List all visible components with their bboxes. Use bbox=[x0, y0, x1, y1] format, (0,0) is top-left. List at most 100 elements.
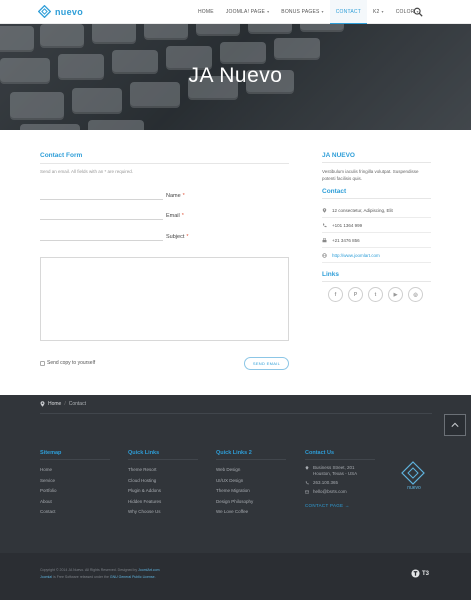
license-label: is Free Software released under the bbox=[53, 575, 109, 579]
nav-item-contact[interactable]: CONTACT bbox=[329, 0, 367, 24]
joomla-link[interactable]: Joomla! bbox=[40, 575, 52, 579]
fax-icon bbox=[322, 237, 327, 242]
location-pin-icon bbox=[305, 466, 309, 470]
footer-link[interactable]: About bbox=[40, 499, 52, 504]
nav-label: K2 bbox=[372, 9, 380, 15]
social-links: f P t ▶ ◎ bbox=[328, 287, 423, 302]
required-mark: * bbox=[186, 234, 189, 240]
footer-link[interactable]: Theme Resort bbox=[128, 467, 157, 472]
globe-icon bbox=[322, 252, 327, 258]
arrow-right-icon: → bbox=[344, 503, 350, 508]
form-note: Send an email. All fields with an * are … bbox=[40, 169, 134, 174]
name-label: Name * bbox=[166, 193, 185, 199]
footer-phone: 263.100.365 bbox=[305, 480, 338, 486]
address-text: Business Street, 201 Houston, Texas - USA bbox=[313, 465, 357, 476]
send-copy-checkbox[interactable] bbox=[40, 361, 45, 366]
name-field[interactable] bbox=[40, 199, 163, 200]
footer-link[interactable]: UI/UX Design bbox=[216, 478, 243, 483]
footer-link[interactable]: Web Design bbox=[216, 467, 240, 472]
divider bbox=[322, 198, 431, 199]
facebook-icon[interactable]: f bbox=[328, 287, 343, 302]
nav-item-home[interactable]: HOME bbox=[192, 0, 220, 24]
address-line: Business Street, 201 bbox=[313, 465, 355, 470]
email-field[interactable] bbox=[40, 219, 163, 220]
youtube-icon[interactable]: ▶ bbox=[388, 287, 403, 302]
nav-label: BONUS PAGES bbox=[281, 9, 320, 15]
phone-row: +101 1364 999 bbox=[322, 218, 431, 233]
footer-link[interactable]: Plugin & Addons bbox=[128, 488, 161, 493]
t3-framework-logo[interactable]: T3 bbox=[411, 569, 429, 578]
license-text: Joomla! is Free Software released under … bbox=[40, 575, 156, 579]
sitemap-title: Sitemap bbox=[40, 450, 62, 456]
footer-link[interactable]: Theme Migration bbox=[216, 488, 250, 493]
quick-links-title: Quick Links bbox=[128, 450, 160, 456]
pinterest-icon[interactable]: P bbox=[348, 287, 363, 302]
subject-label: Subject * bbox=[166, 234, 189, 240]
nav-label: JOOMLA! PAGE bbox=[225, 9, 266, 15]
send-email-button[interactable]: SEND EMAIL bbox=[244, 357, 289, 370]
email-link[interactable]: hello@bsrts.com bbox=[313, 489, 347, 495]
email-label-text: Email bbox=[166, 213, 180, 219]
nav-label: CONTACT bbox=[335, 9, 361, 15]
hero-banner: JA Nuevo bbox=[0, 24, 471, 130]
copyright-text: Copyright © 2014 JA Nuevo. All Rights Re… bbox=[40, 568, 160, 572]
joomlart-link[interactable]: JoomlArt.com bbox=[138, 568, 159, 572]
divider bbox=[40, 459, 110, 460]
logo-text: nuevo bbox=[55, 6, 84, 17]
chevron-down-icon: ▾ bbox=[381, 9, 384, 14]
footer-link[interactable]: We Love Coffee bbox=[216, 509, 248, 514]
mail-icon bbox=[305, 490, 309, 494]
email-label: Email * bbox=[166, 213, 184, 219]
breadcrumb-current: Contact bbox=[68, 401, 86, 407]
breadcrumb-home-link[interactable]: Home bbox=[48, 401, 61, 407]
footer-link[interactable]: Portfolio bbox=[40, 488, 57, 493]
message-textarea[interactable] bbox=[40, 257, 289, 341]
website-link[interactable]: http://www.joomlart.com bbox=[332, 253, 380, 258]
nav-item-k2[interactable]: K2 ▾ bbox=[367, 0, 390, 24]
divider bbox=[216, 459, 286, 460]
contact-us-title: Contact Us bbox=[305, 450, 335, 456]
address-line: Houston, Texas - USA bbox=[313, 470, 358, 476]
footer-link[interactable]: Design Philosophy bbox=[216, 499, 253, 504]
main-nav: HOME JOOMLA! PAGE ▾ BONUS PAGES ▾ CONTACT … bbox=[192, 0, 425, 24]
instagram-icon[interactable]: ◎ bbox=[408, 287, 423, 302]
search-icon[interactable] bbox=[413, 7, 423, 17]
top-navbar: nuevo HOME JOOMLA! PAGE ▾ BONUS PAGES ▾ CO… bbox=[0, 0, 471, 24]
footer-link[interactable]: Cloud Hosting bbox=[128, 478, 156, 483]
footer-link[interactable]: Why Choose Us bbox=[128, 509, 161, 514]
address-text: 12 consectetur, Adipiscing, Elit bbox=[332, 207, 393, 213]
required-mark: * bbox=[181, 213, 184, 219]
footer-link[interactable]: Service bbox=[40, 478, 55, 483]
footer-link[interactable]: Hidden Features bbox=[128, 499, 161, 504]
address-row: 12 consectetur, Adipiscing, Elit bbox=[322, 203, 431, 218]
name-label-text: Name bbox=[166, 193, 181, 199]
back-to-top-button[interactable] bbox=[444, 414, 466, 436]
twitter-icon[interactable]: t bbox=[368, 287, 383, 302]
contact-page-link[interactable]: CONTACT PAGE → bbox=[305, 503, 350, 508]
contact-page-label: CONTACT PAGE bbox=[305, 503, 344, 508]
website-row: http://www.joomlart.com bbox=[322, 248, 431, 263]
location-pin-icon bbox=[322, 207, 327, 213]
divider bbox=[305, 459, 375, 460]
nuevo-logo-icon bbox=[401, 461, 425, 485]
footer-address: Business Street, 201 Houston, Texas - USA bbox=[305, 465, 357, 476]
breadcrumb-separator: / bbox=[64, 401, 66, 407]
subject-field[interactable] bbox=[40, 240, 163, 241]
footer-link[interactable]: Home bbox=[40, 467, 52, 472]
sidebar-description: Vestibulum iaculis fringilla volutpat. S… bbox=[322, 169, 419, 181]
footer-link[interactable]: Contact bbox=[40, 509, 56, 514]
nav-label: HOME bbox=[198, 9, 214, 15]
divider bbox=[128, 459, 198, 460]
divider bbox=[322, 281, 431, 282]
gnu-license-link[interactable]: GNU General Public License. bbox=[110, 575, 156, 579]
site-logo[interactable]: nuevo bbox=[38, 5, 83, 18]
required-mark: * bbox=[182, 193, 185, 199]
nav-item-joomla-page[interactable]: JOOMLA! PAGE ▾ bbox=[220, 0, 275, 24]
footer-logo-text: nuevo bbox=[407, 485, 421, 491]
t3-text: T3 bbox=[422, 570, 430, 577]
page-title: JA Nuevo bbox=[188, 64, 283, 87]
quick-links-2-title: Quick Links 2 bbox=[216, 450, 252, 456]
phone-icon bbox=[305, 481, 309, 485]
sidebar-title: JA NUEVO bbox=[322, 152, 355, 159]
nav-item-bonus-pages[interactable]: BONUS PAGES ▾ bbox=[275, 0, 329, 24]
